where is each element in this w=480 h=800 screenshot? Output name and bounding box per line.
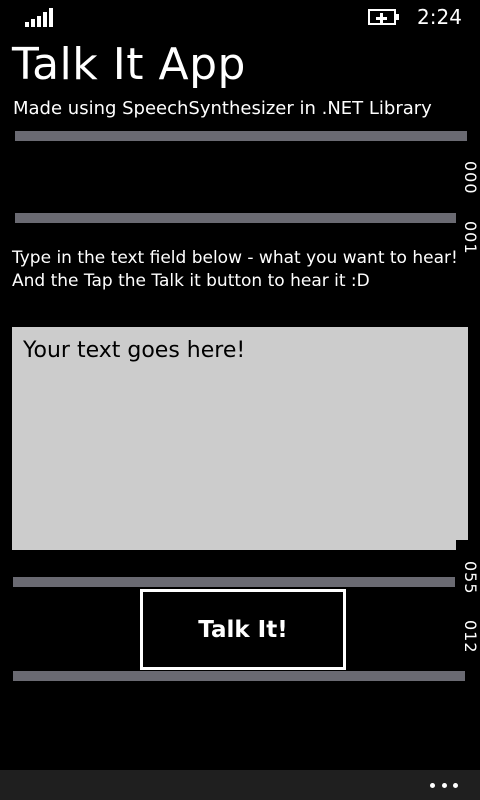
status-bar: 2:24	[0, 0, 480, 34]
ad-bar-top-lower	[15, 213, 456, 223]
app-bar	[0, 770, 480, 800]
instructions-line: And the Tap the Talk it button to hear i…	[12, 271, 370, 291]
ad-bar-bottom-upper	[13, 577, 455, 587]
ad-bar-top	[15, 131, 467, 141]
signal-strength-icon	[25, 7, 55, 27]
status-clock: 2:24	[417, 5, 462, 29]
battery-charging-icon	[368, 9, 399, 25]
side-counter: 012	[461, 620, 480, 654]
app-title: Talk It App	[12, 39, 246, 90]
app-subtitle: Made using SpeechSynthesizer in .NET Lib…	[13, 98, 432, 119]
side-counter: 055	[461, 561, 480, 595]
talk-it-button[interactable]: Talk It!	[140, 589, 346, 670]
side-counter: 000	[461, 161, 480, 195]
instructions: Type in the text field below - what you …	[12, 247, 478, 293]
instructions-line: Type in the text field below - what you …	[12, 248, 458, 268]
ad-bar-bottom	[13, 671, 465, 681]
speech-text-input[interactable]	[12, 327, 468, 550]
more-ellipsis-icon[interactable]	[430, 781, 458, 789]
text-field-corner	[456, 540, 468, 550]
